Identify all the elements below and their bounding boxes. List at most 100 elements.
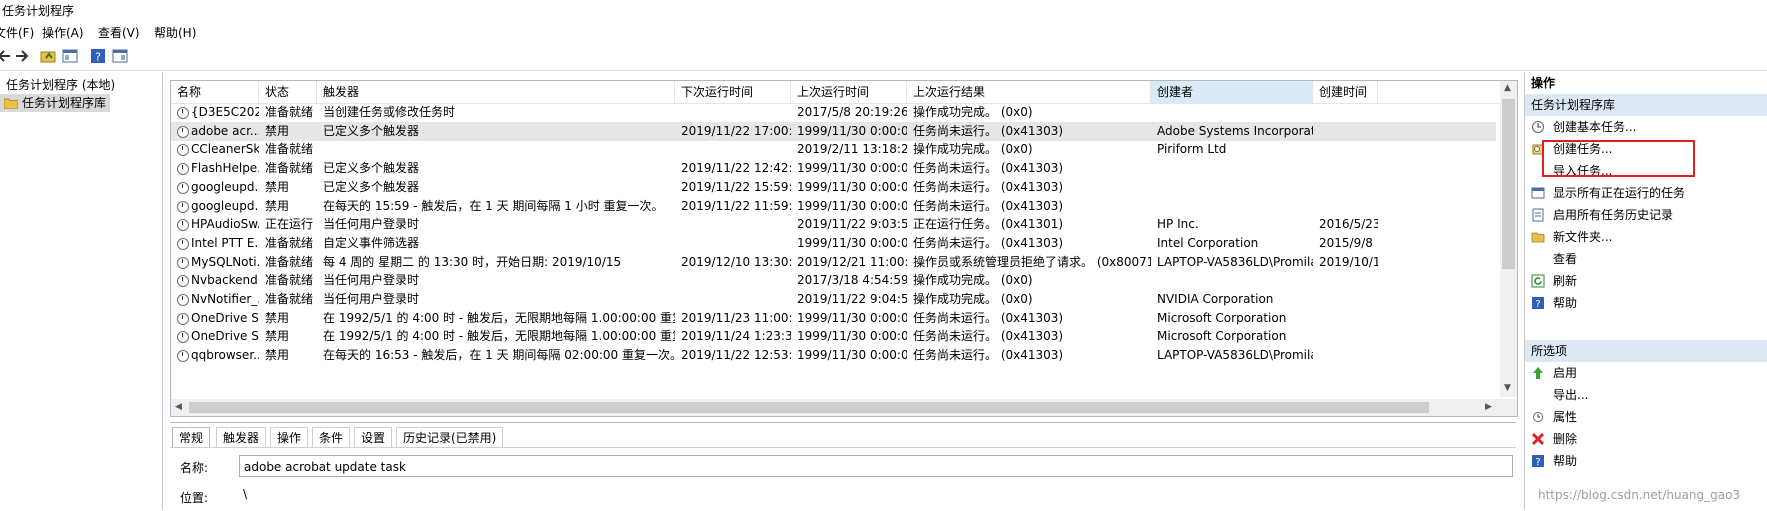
menu-view[interactable]: 查看(V): [98, 24, 140, 41]
cell-created: 2015/9/8 1: [1319, 235, 1378, 250]
cell-author: [1151, 178, 1313, 197]
show-hide-pane-icon[interactable]: [112, 48, 128, 64]
cell-created: [1313, 346, 1378, 365]
name-field[interactable]: adobe acrobat update task: [239, 455, 1513, 477]
cell-status: 准备就绪: [265, 105, 314, 119]
toolbar: ?: [0, 44, 1767, 71]
cell-status: 禁用: [265, 348, 290, 363]
scroll-down-icon[interactable]: ▼: [1504, 383, 1511, 393]
action-help-selected[interactable]: ? 帮助: [1525, 450, 1767, 472]
column-header-created[interactable]: 创建时间: [1313, 81, 1378, 103]
action-export[interactable]: 导出...: [1525, 384, 1767, 406]
back-arrow-icon[interactable]: [0, 48, 12, 64]
column-header-last-run[interactable]: 上次运行时间: [791, 81, 907, 103]
action-enable-history[interactable]: 启用所有任务历史记录: [1525, 204, 1767, 226]
tab-triggers[interactable]: 触发器: [216, 427, 267, 447]
table-row[interactable]: qqbrowser... 禁用 在每天的 16:53 - 触发后，在 1 天 期间每…: [171, 346, 1496, 365]
table-row[interactable]: googleupd... 禁用 已定义多个触发器 2019/11/22 15:59:4…: [171, 178, 1496, 197]
cell-created: [1313, 309, 1378, 328]
action-enable[interactable]: 启用: [1525, 362, 1767, 384]
help-icon: ?: [1532, 297, 1544, 310]
cell-name: Nvbackend...: [191, 273, 259, 288]
horizontal-scroll-thumb[interactable]: [189, 402, 1429, 413]
action-show-running-tasks[interactable]: 显示所有正在运行的任务: [1525, 182, 1767, 204]
folder-icon: [4, 98, 18, 109]
table-row[interactable]: FlashHelpe... 准备就绪已定义多个触发器 2019/11/22 12:4…: [171, 159, 1496, 178]
cell-next-run: 2019/11/22 11:59:43: [681, 198, 791, 213]
help-icon[interactable]: ?: [90, 48, 106, 64]
table-row[interactable]: NvNotifier_... 准备就绪当任何用户登录时 2019/11/22 9:0…: [171, 290, 1496, 309]
menu-bar: 文件(F) 操作(A) 查看(V) 帮助(H): [0, 22, 1767, 42]
cell-name: Intel PTT E...: [191, 235, 259, 250]
cell-next-run: [675, 103, 791, 122]
cell-last-result: 正在运行任务。 (0x41301): [913, 217, 1064, 232]
cell-created: [1313, 290, 1378, 309]
menu-file[interactable]: 文件(F): [0, 24, 34, 41]
table-row[interactable]: HPAudioSw... 正在运行当任何用户登录时 2019/11/22 9:03:…: [171, 215, 1496, 234]
cell-next-run: [675, 215, 791, 234]
cell-created: [1313, 178, 1378, 197]
cell-last-result: 任务尚未运行。 (0x41303): [913, 310, 1064, 325]
table-row[interactable]: Intel PTT E... 准备就绪 自定义事件筛选器 1999/11/30 0:0…: [171, 234, 1496, 253]
tab-settings[interactable]: 设置: [354, 427, 393, 447]
cell-trigger: 当任何用户登录时: [323, 273, 420, 288]
table-row[interactable]: CCleanerSk... 准备就绪 2019/2/11 13:18:24 操作成功完…: [171, 140, 1496, 159]
scroll-up-icon[interactable]: ▲: [1504, 83, 1511, 93]
table-row[interactable]: googleupd... 禁用 在每天的 15:59 - 触发后，在 1 天 期间每…: [171, 197, 1496, 216]
table-row[interactable]: OneDrive S... 禁用 在 1992/5/1 的 4:00 时 - 触发后…: [171, 309, 1496, 328]
cell-trigger: 在每天的 16:53 - 触发后，在 1 天 期间每隔 02:00:00 重复一…: [323, 348, 675, 363]
cell-author: Piriform Ltd: [1157, 142, 1227, 157]
folder-up-icon[interactable]: [40, 48, 56, 64]
table-row[interactable]: OneDrive S... 禁用 在 1992/5/1 的 4:00 时 - 触发后…: [171, 327, 1496, 346]
action-properties[interactable]: 属性: [1525, 406, 1767, 428]
tab-history[interactable]: 历史记录(已禁用): [396, 427, 504, 447]
cell-last-run: 2019/12/21 11:00:34: [797, 254, 907, 269]
cell-next-run: 2019/12/10 13:30:00: [681, 254, 791, 269]
action-delete[interactable]: 删除: [1525, 428, 1767, 450]
cell-status: 准备就绪: [265, 235, 314, 250]
actions-section-selected[interactable]: 所选项: [1525, 340, 1767, 362]
scroll-left-icon[interactable]: ◀: [175, 402, 182, 412]
cell-name: MySQLNoti...: [191, 254, 259, 269]
tab-conditions[interactable]: 条件: [312, 427, 351, 447]
menu-help[interactable]: 帮助(H): [154, 24, 196, 41]
tree-item-library[interactable]: 任务计划程序库: [0, 94, 110, 112]
horizontal-scrollbar[interactable]: ◀ ▶: [171, 399, 1517, 416]
window-title: 任务计划程序: [2, 4, 75, 18]
action-help[interactable]: ? 帮助: [1525, 292, 1767, 314]
vertical-scroll-thumb[interactable]: [1502, 99, 1515, 269]
vertical-scrollbar[interactable]: ▲ ▼: [1500, 81, 1517, 397]
column-header-name[interactable]: 名称: [171, 81, 259, 103]
cell-last-run: 1999/11/30 0:00:00: [797, 310, 907, 325]
action-view[interactable]: 查看: [1525, 248, 1767, 270]
cell-next-run: 2019/11/22 15:59:43: [681, 179, 791, 194]
actions-section-library[interactable]: 任务计划程序库: [1525, 94, 1767, 116]
tab-actions[interactable]: 操作: [270, 427, 309, 447]
cell-trigger: 已定义多个触发器: [323, 179, 420, 194]
cell-last-result: 任务尚未运行。 (0x41303): [913, 161, 1064, 176]
cell-trigger: [317, 140, 675, 159]
column-header-author[interactable]: 创建者: [1151, 81, 1313, 103]
column-header-trigger[interactable]: 触发器: [317, 81, 675, 103]
menu-action[interactable]: 操作(A): [42, 24, 84, 41]
column-header-last-result[interactable]: 上次运行结果: [907, 81, 1151, 103]
cell-author: Intel Corporation: [1157, 235, 1259, 250]
cell-name: adobe acr...: [191, 123, 259, 138]
action-refresh[interactable]: 刷新: [1525, 270, 1767, 292]
table-row[interactable]: Nvbackend... 准备就绪当任何用户登录时 2017/3/18 4:54:5…: [171, 271, 1496, 290]
cell-next-run: [675, 290, 791, 309]
cell-last-result: 任务尚未运行。 (0x41303): [913, 329, 1064, 344]
action-create-basic-task[interactable]: 创建基本任务...: [1525, 116, 1767, 138]
tab-general[interactable]: 常规: [172, 427, 211, 447]
forward-arrow-icon[interactable]: [14, 48, 30, 64]
cell-next-run: 2019/11/22 12:53:00: [681, 348, 791, 363]
tree-item-local[interactable]: 任务计划程序 (本地): [0, 76, 160, 94]
table-row[interactable]: {D3E5C202... 准备就绪当创建任务或修改任务时 2017/5/8 20:1…: [171, 103, 1496, 122]
column-header-next-run[interactable]: 下次运行时间: [675, 81, 791, 103]
table-row[interactable]: adobe acr... 禁用 已定义多个触发器 2019/11/22 17:00:0…: [171, 121, 1496, 141]
scroll-right-icon[interactable]: ▶: [1485, 402, 1492, 412]
action-new-folder[interactable]: 新文件夹...: [1525, 226, 1767, 248]
column-header-status[interactable]: 状态: [259, 81, 317, 103]
table-row[interactable]: MySQLNoti... 准备就绪每 4 周的 星期二 的 13:30 时，开始日…: [171, 253, 1496, 272]
console-tree-icon[interactable]: [62, 48, 78, 64]
